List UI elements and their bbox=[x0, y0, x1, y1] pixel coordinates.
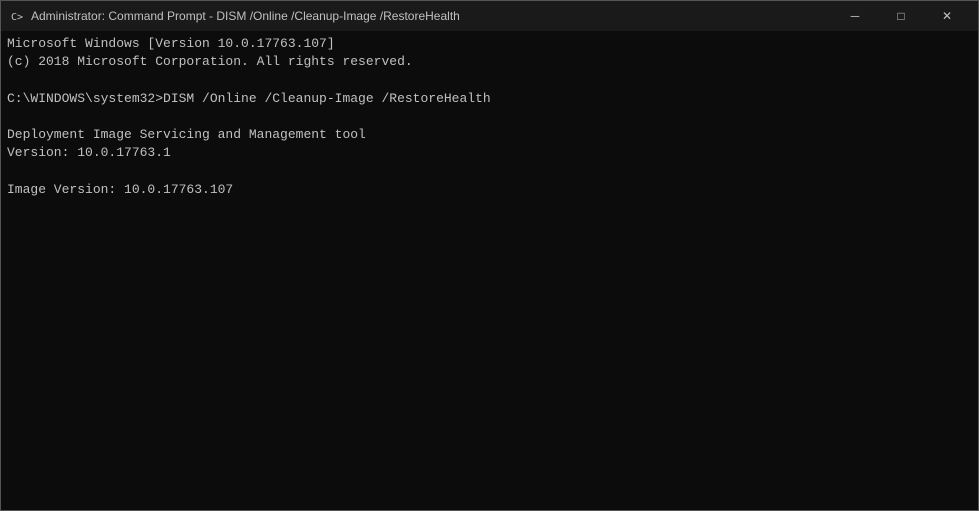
close-button[interactable]: ✕ bbox=[924, 1, 970, 31]
maximize-button[interactable]: □ bbox=[878, 1, 924, 31]
title-bar-controls: ─ □ ✕ bbox=[832, 1, 970, 31]
console-line: Deployment Image Servicing and Managemen… bbox=[7, 126, 972, 144]
title-bar: C> Administrator: Command Prompt - DISM … bbox=[1, 1, 978, 31]
console-line-blank bbox=[7, 71, 972, 89]
svg-text:C>: C> bbox=[11, 12, 23, 23]
title-bar-text: Administrator: Command Prompt - DISM /On… bbox=[31, 9, 832, 23]
console-line: Image Version: 10.0.17763.107 bbox=[7, 181, 972, 199]
minimize-button[interactable]: ─ bbox=[832, 1, 878, 31]
console-line: Microsoft Windows [Version 10.0.17763.10… bbox=[7, 35, 972, 53]
console-body[interactable]: Microsoft Windows [Version 10.0.17763.10… bbox=[1, 31, 978, 510]
cmd-icon: C> bbox=[9, 8, 25, 24]
console-line: C:\WINDOWS\system32>DISM /Online /Cleanu… bbox=[7, 90, 972, 108]
console-line-blank bbox=[7, 162, 972, 180]
cmd-window: C> Administrator: Command Prompt - DISM … bbox=[0, 0, 979, 511]
console-line-blank bbox=[7, 108, 972, 126]
console-line: Version: 10.0.17763.1 bbox=[7, 144, 972, 162]
console-line: (c) 2018 Microsoft Corporation. All righ… bbox=[7, 53, 972, 71]
